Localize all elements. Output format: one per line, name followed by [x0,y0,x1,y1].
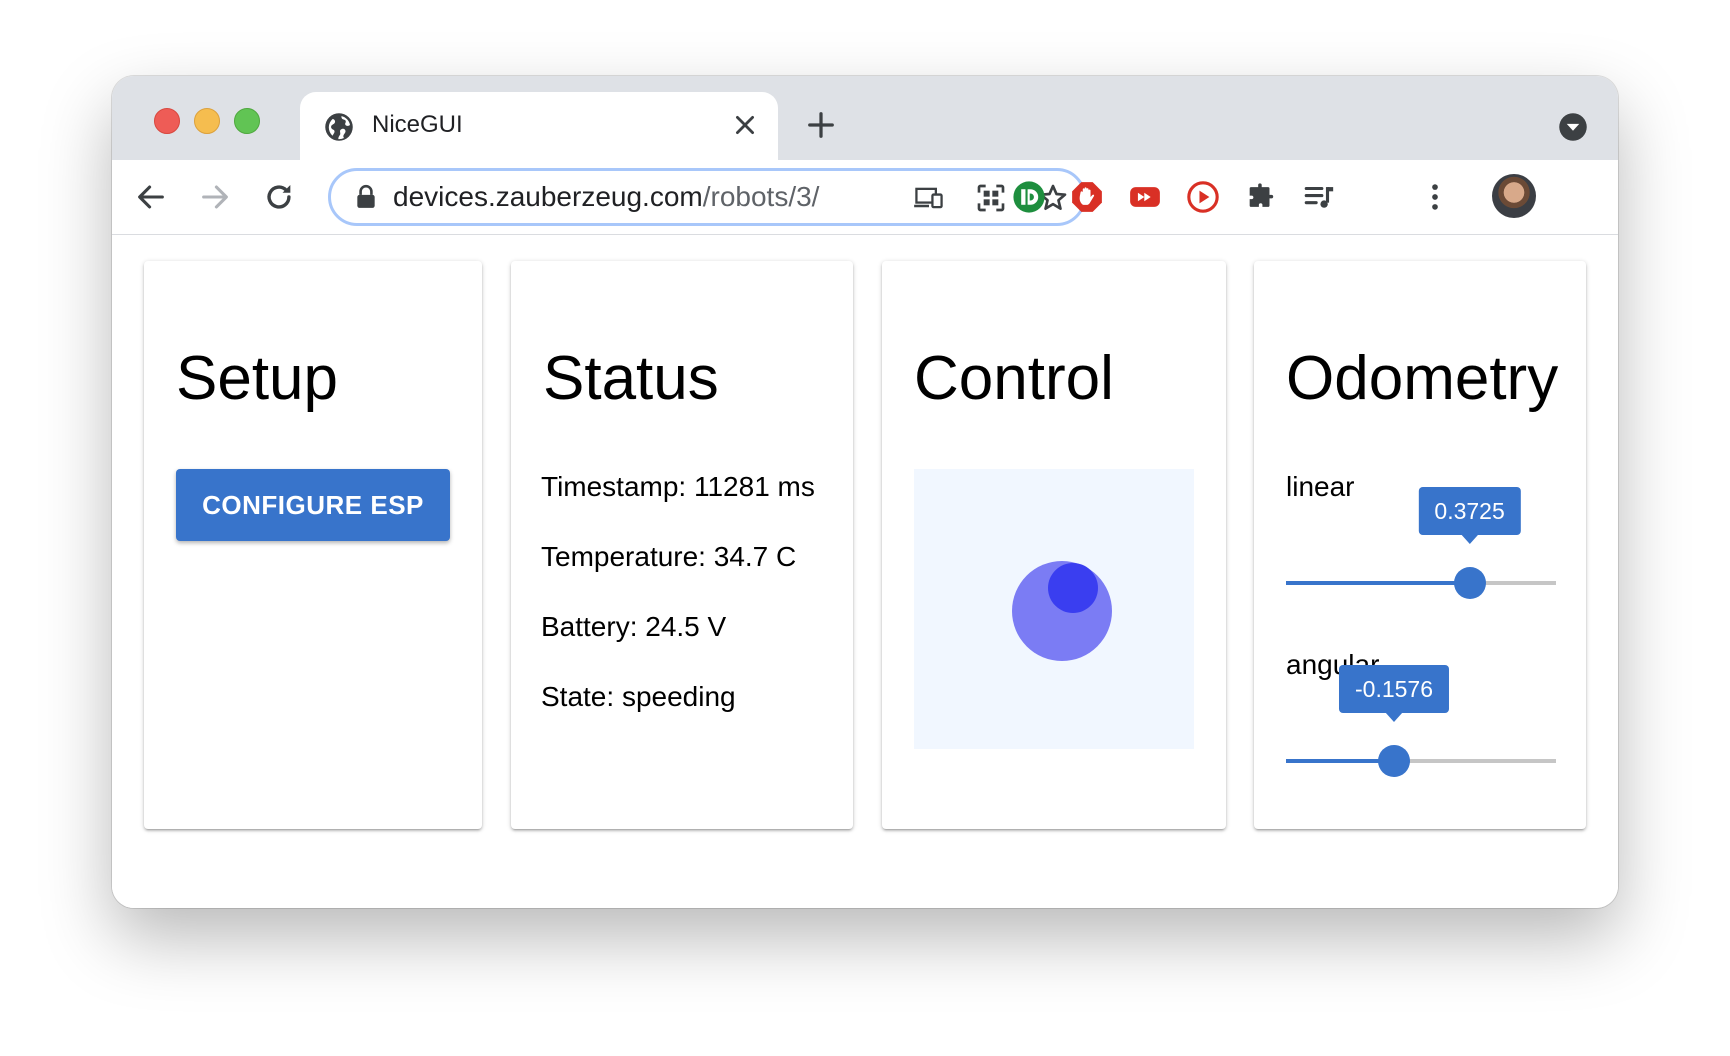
forward-arrow-icon[interactable] [198,180,232,214]
odometry-title: Odometry [1286,344,1559,413]
extensions-puzzle-icon[interactable] [1244,180,1278,214]
url-text[interactable]: devices.zauberzeug.com/robots/3/ [393,181,819,213]
media-queue-icon[interactable] [1302,180,1336,214]
angular-value-bubble: -0.1576 [1338,665,1450,722]
tab-nicegui[interactable]: NiceGUI [300,92,778,160]
browser-window: NiceGUI devices.zauberzeug.com/robots/3/… [112,76,1618,908]
status-temperature: Temperature: 34.7 C [541,541,797,572]
youtube-ff-icon[interactable] [1128,180,1162,214]
lock-icon[interactable] [355,184,377,210]
page-content: Setup CONFIGURE ESP Status Timestamp: 11… [112,235,1618,908]
window-maximize-button[interactable] [234,108,260,134]
linear-slider[interactable]: 0.3725 [1286,487,1556,603]
close-icon[interactable] [732,112,758,138]
dashlane-icon[interactable] [1012,180,1046,214]
joystick-area[interactable] [914,469,1194,749]
reload-icon[interactable] [262,180,296,214]
back-arrow-icon[interactable] [134,180,168,214]
slider-thumb[interactable] [1378,745,1410,777]
status-title: Status [543,344,719,413]
status-timestamp: Timestamp: 11281 ms [541,471,815,502]
linear-label: linear [1286,471,1355,502]
plus-icon[interactable] [806,110,836,140]
setup-card: Setup CONFIGURE ESP [144,261,482,829]
address-bar[interactable]: devices.zauberzeug.com/robots/3/ [328,168,1086,226]
url-path: /robots/3/ [702,181,820,212]
tab-title: NiceGUI [372,111,463,138]
cast-devices-icon[interactable] [913,182,945,214]
status-card: Status Timestamp: 11281 ms Temperature: … [511,261,853,829]
play-record-icon[interactable] [1186,180,1220,214]
profile-avatar[interactable] [1492,174,1536,218]
browser-toolbar: devices.zauberzeug.com/robots/3/ [112,160,1618,235]
url-host: devices.zauberzeug.com [393,181,703,212]
odometry-card: Odometry linear 0.3725 angular -0.1576 [1254,261,1586,829]
globe-icon [325,113,353,141]
joystick-knob[interactable] [1048,563,1098,613]
linear-value-bubble: 0.3725 [1418,487,1521,544]
configure-esp-button[interactable]: CONFIGURE ESP [176,469,450,541]
adblock-icon[interactable] [1070,180,1104,214]
kebab-menu-icon[interactable] [1418,180,1452,214]
window-minimize-button[interactable] [194,108,220,134]
status-battery: Battery: 24.5 V [541,611,727,642]
control-title: Control [914,344,1114,413]
tab-strip: NiceGUI [112,76,1618,160]
status-state: State: speeding [541,681,736,712]
control-card: Control [882,261,1226,829]
tab-search-icon[interactable] [1558,112,1588,142]
angular-slider[interactable]: -0.1576 [1286,665,1556,781]
qr-code-icon[interactable] [975,182,1007,214]
window-close-button[interactable] [154,108,180,134]
setup-title: Setup [176,344,339,413]
slider-fill [1286,581,1470,585]
slider-thumb[interactable] [1453,567,1486,599]
